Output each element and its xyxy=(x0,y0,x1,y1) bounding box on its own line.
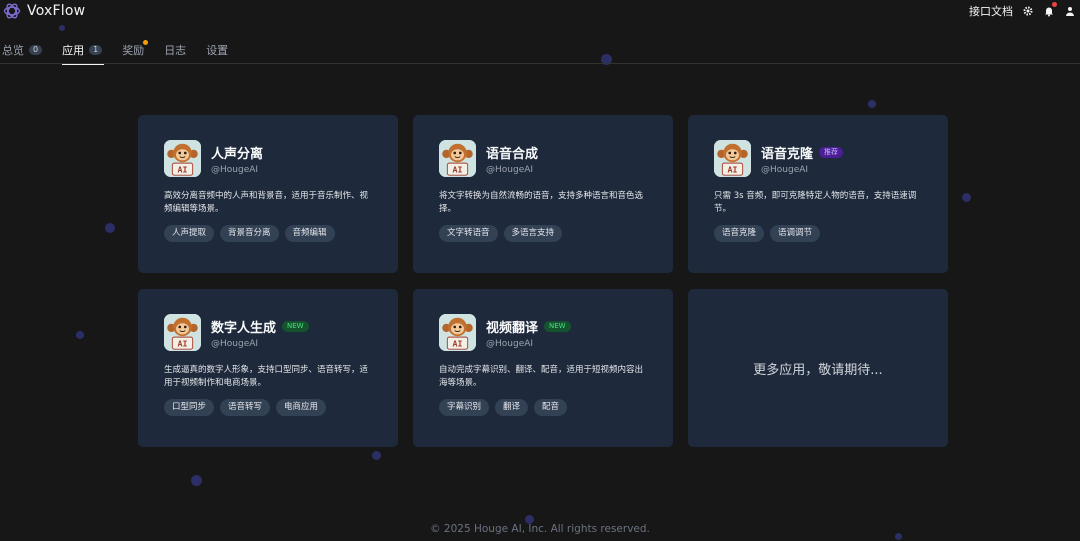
app-tag[interactable]: 电商应用 xyxy=(276,399,327,416)
app-author: @HougeAI xyxy=(211,164,259,175)
monkey-ai-avatar-icon: AI xyxy=(714,140,751,177)
svg-text:AI: AI xyxy=(177,338,187,348)
main-tabs: 总览 0 应用 1 奖励 日志 设置 xyxy=(2,40,228,65)
app-description: 只需 3s 音频，即可克隆特定人物的语音，支持语速调节。 xyxy=(714,191,917,214)
monkey-ai-avatar-icon: AI xyxy=(439,140,476,177)
app-tag[interactable]: 文字转语音 xyxy=(439,225,498,242)
background-dot xyxy=(76,331,84,339)
app-description: 自动完成字幕识别、翻译、配音，适用于短视频内容出海等场景。 xyxy=(439,365,644,388)
app-author: @HougeAI xyxy=(486,338,534,349)
app-tag[interactable]: 语音转写 xyxy=(220,399,271,416)
recommend-badge: 推荐 xyxy=(819,146,844,158)
svg-text:AI: AI xyxy=(177,164,187,174)
svg-text:AI: AI xyxy=(727,164,737,174)
svg-text:AI: AI xyxy=(452,164,462,174)
tab-count-badge: 0 xyxy=(29,45,43,55)
monkey-ai-avatar-icon: AI xyxy=(164,140,201,177)
tab-label: 奖励 xyxy=(122,44,145,57)
tab-notification-dot xyxy=(143,40,149,45)
app-title: 语音合成 xyxy=(486,146,539,162)
tab-overview[interactable]: 总览 0 xyxy=(2,42,43,64)
app-tag[interactable]: 口型同步 xyxy=(164,399,215,416)
app-tag[interactable]: 语调调节 xyxy=(770,225,821,242)
app-title: 人声分离 xyxy=(211,146,264,162)
app-description: 将文字转换为自然流畅的语音，支持多种语言和音色选择。 xyxy=(439,191,644,214)
background-dot xyxy=(962,193,971,202)
background-dot xyxy=(372,451,381,460)
top-bar: VoxFlow 接口文档 xyxy=(0,0,1080,22)
tab-label: 总览 xyxy=(2,44,24,57)
background-dot xyxy=(105,223,115,233)
app-card-speech-synthesis[interactable]: AI 语音合成 @HougeAI 将文字转换为自然流畅的语音，支持多种语言和音色… xyxy=(413,115,673,273)
app-tag[interactable]: 背景音分离 xyxy=(220,225,279,242)
app-logo[interactable]: VoxFlow xyxy=(2,1,85,21)
app-author: @HougeAI xyxy=(211,338,259,349)
coming-soon-text: 更多应用，敬请期待... xyxy=(753,362,883,378)
app-grid: AI 人声分离 @HougeAI 高效分离音频中的人声和背景音，适用于音乐制作、… xyxy=(138,115,948,447)
bell-icon[interactable] xyxy=(1043,2,1057,17)
notification-badge xyxy=(1052,2,1057,7)
coming-soon-card: 更多应用，敬请期待... xyxy=(688,289,948,447)
background-dot xyxy=(868,100,876,108)
tab-apps[interactable]: 应用 1 xyxy=(62,42,105,65)
app-name: VoxFlow xyxy=(27,3,86,19)
monkey-ai-avatar-icon: AI xyxy=(439,314,476,351)
app-tag[interactable]: 音频编辑 xyxy=(284,225,335,242)
tab-settings[interactable]: 设置 xyxy=(206,42,228,64)
tabs-divider xyxy=(0,63,1080,64)
background-dot xyxy=(191,475,202,486)
new-badge: NEW xyxy=(282,320,309,332)
app-tag[interactable]: 配音 xyxy=(534,399,568,416)
gear-icon[interactable] xyxy=(1022,5,1034,17)
app-author: @HougeAI xyxy=(486,164,534,175)
app-title: 视频翻译 xyxy=(486,320,539,336)
app-tag[interactable]: 人声提取 xyxy=(164,225,215,242)
footer-copyright: © 2025 Houge AI, Inc. All rights reserve… xyxy=(430,523,650,535)
app-tag[interactable]: 多语言支持 xyxy=(503,225,563,242)
header-actions: 接口文档 xyxy=(969,2,1076,19)
app-tag[interactable]: 字幕识别 xyxy=(439,399,490,416)
app-author: @HougeAI xyxy=(761,164,809,175)
app-card-digital-human[interactable]: AI 数字人生成 NEW @HougeAI 生成逼真的数字人形象，支持口型同步、… xyxy=(138,289,398,447)
app-title: 数字人生成 xyxy=(211,320,277,336)
app-card-video-translation[interactable]: AI 视频翻译 NEW @HougeAI 自动完成字幕识别、翻译、配音，适用于短… xyxy=(413,289,673,447)
new-badge: NEW xyxy=(544,320,571,332)
app-description: 生成逼真的数字人形象，支持口型同步、语音转写，适用于视频制作和电商场景。 xyxy=(164,365,369,388)
tab-label: 设置 xyxy=(206,44,229,57)
tab-label: 日志 xyxy=(164,44,187,57)
tab-count-badge: 1 xyxy=(89,45,103,55)
app-tag[interactable]: 翻译 xyxy=(495,399,529,416)
user-icon[interactable] xyxy=(1064,5,1076,17)
app-tag[interactable]: 语音克隆 xyxy=(714,225,765,242)
monkey-ai-avatar-icon: AI xyxy=(164,314,201,351)
app-description: 高效分离音频中的人声和背景音，适用于音乐制作、视频编辑等场景。 xyxy=(164,191,369,214)
openai-knot-icon xyxy=(3,3,21,19)
app-card-voice-clone[interactable]: AI 语音克隆 推荐 @HougeAI 只需 3s 音频，即可克隆特定人物的语音… xyxy=(688,115,948,273)
background-dot xyxy=(59,25,65,31)
app-card-vocal-separation[interactable]: AI 人声分离 @HougeAI 高效分离音频中的人声和背景音，适用于音乐制作、… xyxy=(138,115,398,273)
svg-text:AI: AI xyxy=(452,338,462,348)
tab-rewards[interactable]: 奖励 xyxy=(122,40,149,64)
tab-label: 应用 xyxy=(62,44,85,57)
api-docs-link[interactable]: 接口文档 xyxy=(969,3,1013,19)
tab-logs[interactable]: 日志 xyxy=(164,42,186,64)
app-title: 语音克隆 xyxy=(761,146,814,162)
